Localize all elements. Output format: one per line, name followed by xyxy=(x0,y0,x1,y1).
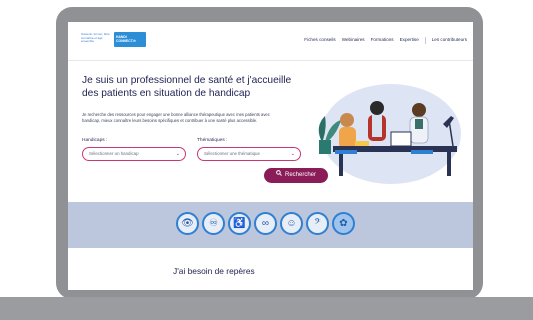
handicap-label: Handicaps : xyxy=(82,138,108,143)
site-logo[interactable]: HANDI CONNECT.fr xyxy=(114,32,146,47)
logo-tagline[interactable]: Soutenir, former, faire connaître et agi… xyxy=(81,32,111,44)
page-description: Je recherche des ressources pour engager… xyxy=(82,112,270,123)
category-icons: 👁 ♾ ♿ ∞ ☺ 𝄢 ✿ xyxy=(176,212,355,235)
section-title: J'ai besoin de repères xyxy=(173,266,255,276)
polyhandicap-icon[interactable]: ∞ xyxy=(254,212,277,235)
search-icon xyxy=(276,168,282,183)
mental-health-icon[interactable]: ☺ xyxy=(280,212,303,235)
professionals-illustration xyxy=(318,84,461,184)
nav-webinaires[interactable]: Webinaires xyxy=(342,37,365,44)
handicap-select[interactable]: Sélectionner un handicap ⌄ xyxy=(82,147,186,161)
nav-contributeurs[interactable]: Les contributeurs xyxy=(432,37,467,44)
thematique-select[interactable]: Sélectionner une thématique ⌄ xyxy=(197,147,301,161)
handicap-select-value: Sélectionner un handicap xyxy=(89,151,139,156)
hearing-impairment-icon[interactable]: 𝄢 xyxy=(306,212,329,235)
autism-icon[interactable]: ♾ xyxy=(202,212,225,235)
site-header: Soutenir, former, faire connaître et agi… xyxy=(68,22,473,61)
rare-disease-icon[interactable]: ✿ xyxy=(332,212,355,235)
browser-screen: Soutenir, former, faire connaître et agi… xyxy=(68,22,473,290)
thematique-label: Thématiques : xyxy=(197,138,228,143)
laptop-base xyxy=(0,297,533,320)
nav-divider xyxy=(424,37,426,44)
main-nav: Fiches conseils Webinaires Formations Ex… xyxy=(304,37,467,44)
chevron-down-icon: ⌄ xyxy=(290,151,295,157)
nav-fiches-conseils[interactable]: Fiches conseils xyxy=(304,37,335,44)
visual-impairment-icon[interactable]: 👁 xyxy=(176,212,199,235)
wheelchair-icon[interactable]: ♿ xyxy=(228,212,251,235)
nav-formations[interactable]: Formations xyxy=(371,37,394,44)
nav-expertise[interactable]: Expertise xyxy=(400,37,419,44)
page-title: Je suis un professionnel de santé et j'a… xyxy=(82,75,292,99)
search-button-label: Rechercher xyxy=(284,172,316,178)
chevron-down-icon: ⌄ xyxy=(175,151,180,157)
thematique-select-value: Sélectionner une thématique xyxy=(204,151,260,156)
